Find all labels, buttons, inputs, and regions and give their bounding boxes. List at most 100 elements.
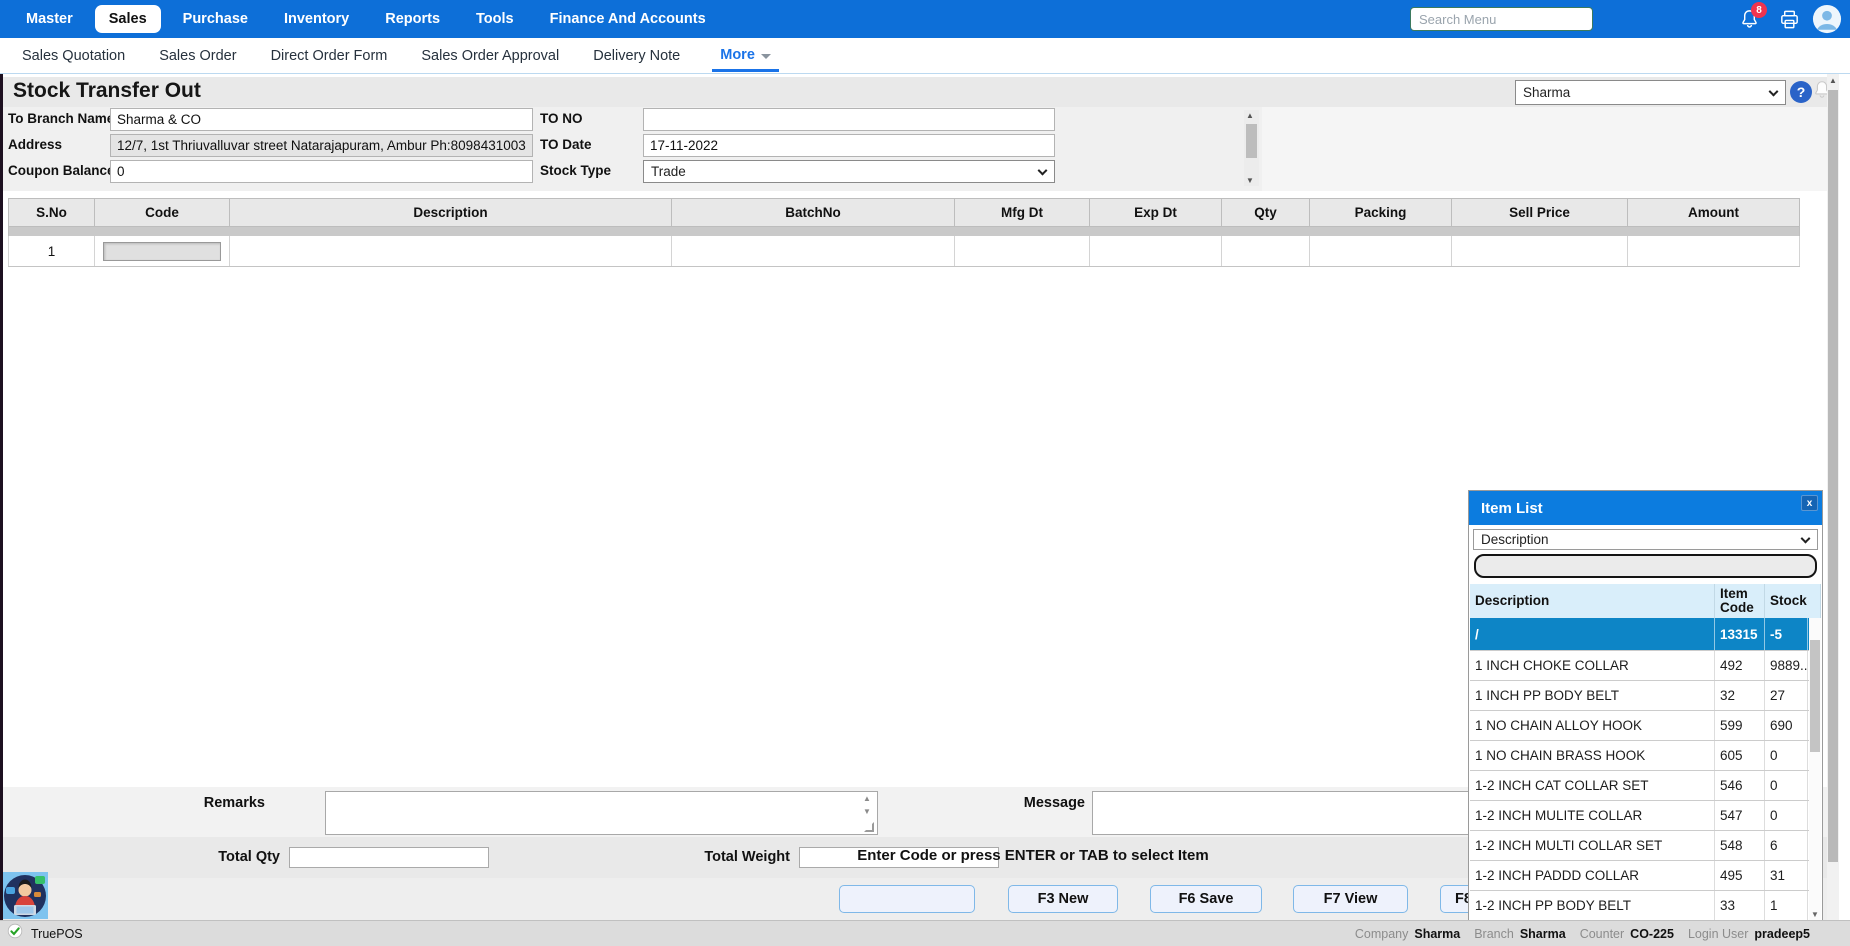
nav-item-purchase[interactable]: Purchase [169, 5, 262, 33]
nav-item-tools[interactable]: Tools [462, 5, 528, 33]
address-label: Address [8, 137, 62, 152]
subnav-sales-order-approval[interactable]: Sales Order Approval [419, 39, 561, 73]
coupon-balance-input[interactable] [110, 160, 533, 183]
company-select[interactable]: Sharma [1515, 80, 1786, 105]
f6-save-button[interactable]: F6 Save [1150, 885, 1262, 913]
printer-icon [1778, 18, 1801, 35]
to-date-input[interactable] [643, 134, 1055, 157]
item-list-scrollbar[interactable]: ▼ [1809, 618, 1821, 921]
close-icon[interactable]: x [1801, 495, 1818, 511]
col-header-packing: Packing [1310, 198, 1452, 227]
item-description: 1-2 INCH MULITE COLLAR [1470, 801, 1715, 830]
stock-type-select[interactable]: Trade [643, 160, 1055, 183]
list-item[interactable]: 1-2 INCH CAT COLLAR SET 546 0 [1470, 771, 1821, 801]
header-form-right-bg [1262, 107, 1827, 191]
list-item[interactable]: 1 NO CHAIN ALLOY HOOK 599 690 [1470, 711, 1821, 741]
status-bar: TruePOS Company Sharma Branch Sharma Cou… [0, 920, 1850, 946]
cell-code[interactable] [95, 236, 230, 266]
page-scrollbar[interactable]: ▲ ▼ [1827, 74, 1839, 946]
counter-label: Counter [1580, 927, 1624, 941]
remarks-textarea[interactable] [325, 791, 878, 835]
cell-description[interactable] [230, 236, 672, 266]
list-item[interactable]: / 13315 -5 [1470, 618, 1821, 651]
print-button[interactable] [1778, 8, 1802, 32]
subnav-delivery-note[interactable]: Delivery Note [591, 39, 682, 73]
total-weight-label: Total Weight [633, 849, 790, 865]
support-chat-avatar[interactable] [3, 872, 48, 919]
cell-qty[interactable] [1222, 236, 1310, 266]
item-description: 1-2 INCH PP BODY BELT [1470, 891, 1715, 920]
nav-item-sales[interactable]: Sales [95, 5, 161, 33]
chevron-down-icon [1769, 86, 1779, 96]
help-button[interactable]: ? [1790, 81, 1812, 103]
nav-item-inventory[interactable]: Inventory [270, 5, 363, 33]
blank-action-button[interactable] [839, 885, 975, 913]
cell-sell-price[interactable] [1452, 236, 1628, 266]
cell-amount[interactable] [1628, 236, 1800, 266]
company-value: Sharma [1414, 927, 1460, 941]
item-list-columns: Description Item Code Stock [1470, 584, 1821, 618]
f3-new-button[interactable]: F3 New [1008, 885, 1118, 913]
user-avatar[interactable] [1812, 4, 1842, 34]
list-item[interactable]: 1-2 INCH PP BODY BELT 33 1 [1470, 891, 1821, 921]
scroll-down-icon[interactable]: ▼ [1244, 176, 1256, 185]
grid-separator-strip [8, 227, 1800, 236]
total-qty-input[interactable] [289, 847, 489, 868]
coupon-balance-label: Coupon Balance [8, 163, 115, 178]
item-description: 1-2 INCH MULTI COLLAR SET [1470, 831, 1715, 860]
nav-item-master[interactable]: Master [12, 5, 87, 33]
form-scrollbar[interactable]: ▲ ▼ [1244, 110, 1259, 186]
col-header-item-description: Description [1470, 584, 1715, 618]
top-nav-right: 8 [1390, 0, 1850, 38]
search-menu-input[interactable] [1410, 7, 1593, 31]
list-item[interactable]: 1 NO CHAIN BRASS HOOK 605 0 [1470, 741, 1821, 771]
scrollbar-thumb[interactable] [1810, 640, 1820, 752]
cell-mfg-dt[interactable] [955, 236, 1090, 266]
items-grid: S.No Code Description BatchNo Mfg Dt Exp… [8, 198, 1800, 267]
item-description: 1 NO CHAIN ALLOY HOOK [1470, 711, 1715, 740]
item-filter-select[interactable]: Description [1473, 529, 1818, 550]
cell-sno: 1 [8, 236, 95, 266]
scroll-down-icon[interactable]: ▼ [1809, 910, 1821, 919]
notifications-button[interactable]: 8 [1738, 8, 1762, 32]
subnav-sales-order[interactable]: Sales Order [157, 39, 238, 73]
subnav-more[interactable]: More [712, 39, 779, 72]
list-item[interactable]: 1-2 INCH MULITE COLLAR 547 0 [1470, 801, 1821, 831]
scroll-up-icon[interactable]: ▲ [1827, 76, 1839, 85]
to-branch-name-input[interactable] [110, 108, 533, 131]
list-item[interactable]: 1 INCH CHOKE COLLAR 492 9889... [1470, 651, 1821, 681]
item-search-input[interactable] [1474, 554, 1817, 578]
subnav-sales-quotation[interactable]: Sales Quotation [20, 39, 127, 73]
notification-badge: 8 [1751, 2, 1767, 18]
list-item[interactable]: 1 INCH PP BODY BELT 32 27 [1470, 681, 1821, 711]
subnav-direct-order-form[interactable]: Direct Order Form [269, 39, 390, 73]
item-code: 605 [1715, 741, 1765, 770]
cell-batchno[interactable] [672, 236, 955, 266]
scrollbar-thumb[interactable] [1246, 124, 1257, 158]
f7-view-button[interactable]: F7 View [1293, 885, 1408, 913]
message-label: Message [940, 795, 1085, 811]
page-title-bar: Stock Transfer Out Sharma [3, 77, 1827, 107]
chevron-down-icon [1801, 533, 1811, 543]
counter-value: CO-225 [1630, 927, 1674, 941]
to-no-input[interactable] [643, 108, 1055, 131]
list-item[interactable]: 1-2 INCH PADDD COLLAR 495 31 [1470, 861, 1821, 891]
table-row: 1 [8, 236, 1800, 267]
item-stock: 27 [1765, 681, 1808, 710]
login-user-label: Login User [1688, 927, 1748, 941]
nav-item-reports[interactable]: Reports [371, 5, 454, 33]
nav-item-finance[interactable]: Finance And Accounts [536, 5, 720, 33]
cell-packing[interactable] [1310, 236, 1452, 266]
list-item[interactable]: 1-2 INCH MULTI COLLAR SET 548 6 [1470, 831, 1821, 861]
item-stock: -5 [1765, 618, 1808, 650]
scroll-up-icon[interactable]: ▲ [1244, 111, 1256, 120]
cell-exp-dt[interactable] [1090, 236, 1222, 266]
scrollbar-thumb[interactable] [1828, 90, 1838, 862]
branch-label: Branch [1474, 927, 1514, 941]
item-code: 33 [1715, 891, 1765, 920]
total-qty-label: Total Qty [123, 849, 280, 865]
status-right: Company Sharma Branch Sharma Counter CO-… [1355, 927, 1818, 941]
code-entry-field[interactable] [103, 242, 221, 261]
item-stock: 31 [1765, 861, 1808, 890]
col-header-exp-dt: Exp Dt [1090, 198, 1222, 227]
